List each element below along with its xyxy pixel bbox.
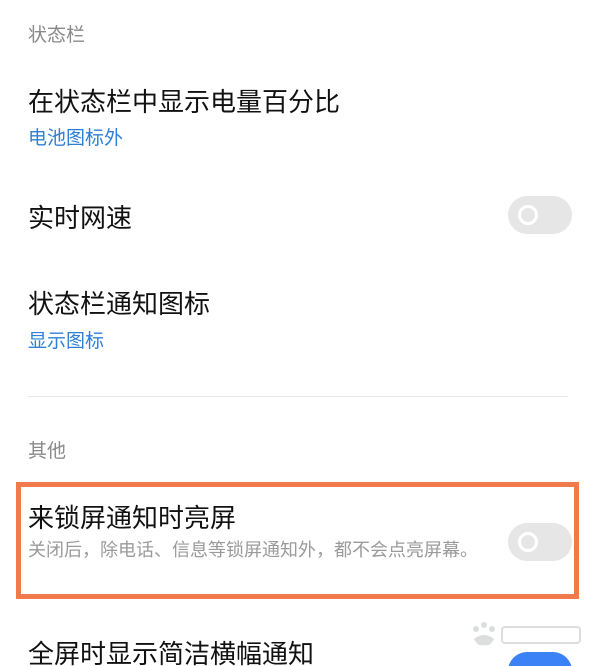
notification-icons-title: 状态栏通知图标 [28, 290, 211, 320]
fullscreen-banner-title: 全屏时显示简洁横幅通知 [28, 640, 315, 666]
realtime-speed-title: 实时网速 [28, 204, 133, 234]
watermark-logo [466, 619, 586, 656]
section-divider [28, 396, 568, 397]
battery-percentage-title: 在状态栏中显示电量百分比 [28, 88, 341, 118]
section-header-status-bar: 状态栏 [28, 24, 86, 46]
battery-percentage-value: 电池图标外 [28, 127, 124, 149]
toggle-knob [518, 205, 538, 225]
highlight-box [16, 482, 579, 599]
section-header-others: 其他 [28, 440, 67, 462]
settings-page: 状态栏 在状态栏中显示电量百分比 电池图标外 实时网速 状态栏通知图标 显示图标… [0, 0, 596, 666]
notification-icons-value: 显示图标 [28, 330, 105, 352]
realtime-speed-toggle[interactable] [508, 196, 572, 234]
